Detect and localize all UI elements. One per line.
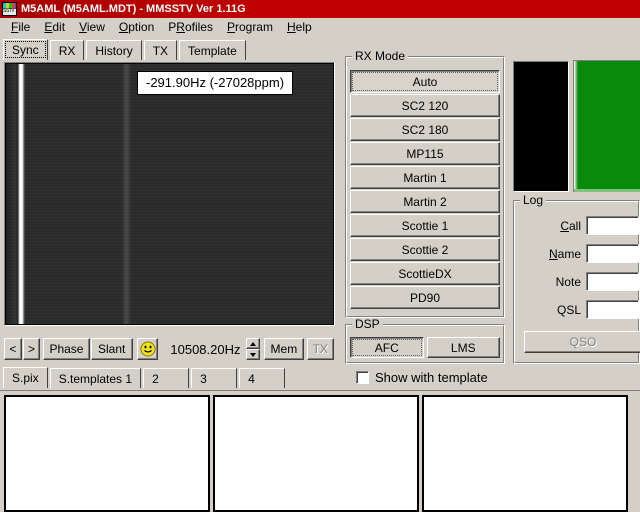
log-row-call: Call <box>522 215 639 236</box>
rx-mode-button-list: Auto SC2 120 SC2 180 MP115 Martin 1 Mart… <box>350 70 500 310</box>
log-label-call: Call <box>560 218 581 233</box>
rx-mode-scottie-dx[interactable]: ScottieDX <box>350 262 500 285</box>
tab-strip-filler <box>248 58 336 60</box>
rx-mode-scottie-1[interactable]: Scottie 1 <box>350 214 500 237</box>
rx-mode-group-title: RX Mode <box>352 50 409 62</box>
log-row-name: Name <box>522 243 639 264</box>
log-call-input[interactable] <box>586 216 639 235</box>
template-preview-pane[interactable] <box>573 60 640 192</box>
rx-mode-pd90[interactable]: PD90 <box>350 286 500 309</box>
smiley-icon[interactable] <box>136 338 159 360</box>
bottom-tab-strip: S.pix S.templates 1 2 3 4 <box>3 366 336 388</box>
sync-waterfall-frame[interactable] <box>4 62 335 326</box>
log-name-input[interactable] <box>586 244 639 263</box>
menu-item-option[interactable]: Option <box>112 18 161 36</box>
menu-item-program[interactable]: Program <box>220 18 280 36</box>
rx-mode-mp115[interactable]: MP115 <box>350 142 500 165</box>
rx-mode-scottie-2[interactable]: Scottie 2 <box>350 238 500 261</box>
tab-template[interactable]: Template <box>179 40 246 60</box>
menu-item-file[interactable]: File <box>4 18 37 36</box>
menu-item-help[interactable]: Help <box>280 18 319 36</box>
sync-waterfall-display[interactable] <box>6 64 333 324</box>
show-with-template-label: Show with template <box>375 370 488 385</box>
rx-image-preview-pane[interactable] <box>513 61 569 192</box>
log-group-title: Log <box>520 194 547 206</box>
frequency-spinner-down[interactable] <box>245 349 261 360</box>
frequency-spinner-up[interactable] <box>245 338 261 349</box>
dsp-lms-button[interactable]: LMS <box>426 337 500 358</box>
dsp-group: DSP AFC LMS <box>345 318 505 364</box>
thumbnail-slot-1[interactable] <box>4 395 210 512</box>
template-preview-stripe <box>574 61 578 192</box>
menu-item-edit[interactable]: Edit <box>37 18 72 36</box>
waterfall-scanlines <box>6 64 333 324</box>
phase-button[interactable]: Phase <box>43 338 90 360</box>
bottom-tab-2[interactable]: 2 <box>143 368 190 388</box>
tx-button: TX <box>306 338 335 360</box>
menu-bar: File Edit View Option PRofiles Program H… <box>0 18 640 37</box>
tab-history[interactable]: History <box>86 40 142 60</box>
slant-button[interactable]: Slant <box>90 338 133 360</box>
sync-toolbar: < > Phase Slant 10508.20Hz Mem TX <box>4 336 335 362</box>
rx-mode-sc2-180[interactable]: SC2 180 <box>350 118 500 141</box>
template-preview-bottom-bar <box>574 189 640 192</box>
menu-item-view[interactable]: View <box>72 18 112 36</box>
thumbnail-slot-2[interactable] <box>213 395 419 512</box>
show-with-template-checkbox[interactable] <box>356 371 369 384</box>
tab-tx[interactable]: TX <box>143 40 178 60</box>
thumbnail-list <box>4 395 640 512</box>
title-bar: M5AML (M5AML.MDT) - MMSSTV Ver 1.11G <box>0 0 640 18</box>
bottom-tab-stemplates-1[interactable]: S.templates 1 <box>49 368 142 388</box>
rx-mode-martin-2[interactable]: Martin 2 <box>350 190 500 213</box>
bottom-tab-3[interactable]: 3 <box>191 368 238 388</box>
log-group: Log Call Name Note QSL QSO <box>513 194 640 364</box>
thumbnail-slot-3[interactable] <box>422 395 628 512</box>
log-label-name: Name <box>548 246 581 261</box>
log-row-qsl: QSL <box>522 299 639 320</box>
main-tab-strip: Sync RX History TX Template <box>3 39 336 60</box>
menu-item-profiles[interactable]: PRofiles <box>161 18 220 36</box>
log-row-note: Note <box>522 271 639 292</box>
dsp-afc-button[interactable]: AFC <box>350 337 424 358</box>
bottom-tab-4[interactable]: 4 <box>239 368 286 388</box>
next-button[interactable]: > <box>22 338 41 360</box>
frequency-offset-tooltip: -291.90Hz (-27028ppm) <box>137 71 294 95</box>
log-note-input[interactable] <box>586 272 639 291</box>
log-label-qsl: QSL <box>556 302 581 317</box>
rx-mode-auto[interactable]: Auto <box>350 70 500 93</box>
rx-mode-martin-1[interactable]: Martin 1 <box>350 166 500 189</box>
app-icon <box>2 2 17 16</box>
frequency-spinner[interactable] <box>245 338 261 360</box>
dsp-button-list: AFC LMS <box>350 337 500 358</box>
rx-mode-sc2-120[interactable]: SC2 120 <box>350 94 500 117</box>
bottom-tab-spix[interactable]: S.pix <box>3 367 48 388</box>
log-qsl-input[interactable] <box>586 300 639 319</box>
window-title: M5AML (M5AML.MDT) - MMSSTV Ver 1.11G <box>21 3 246 15</box>
tab-sync[interactable]: Sync <box>3 39 48 60</box>
dsp-group-title: DSP <box>352 318 383 330</box>
log-label-note: Note <box>555 274 581 289</box>
rx-mode-group: RX Mode Auto SC2 120 SC2 180 MP115 Marti… <box>345 50 505 318</box>
tab-rx[interactable]: RX <box>49 40 85 60</box>
prev-button[interactable]: < <box>4 338 22 360</box>
qso-button: QSO <box>524 331 640 353</box>
show-with-template-row[interactable]: Show with template <box>356 370 488 385</box>
sync-frequency-value: 10508.20Hz <box>170 341 241 357</box>
mem-button[interactable]: Mem <box>264 338 304 360</box>
thumbnail-strip <box>0 390 640 512</box>
